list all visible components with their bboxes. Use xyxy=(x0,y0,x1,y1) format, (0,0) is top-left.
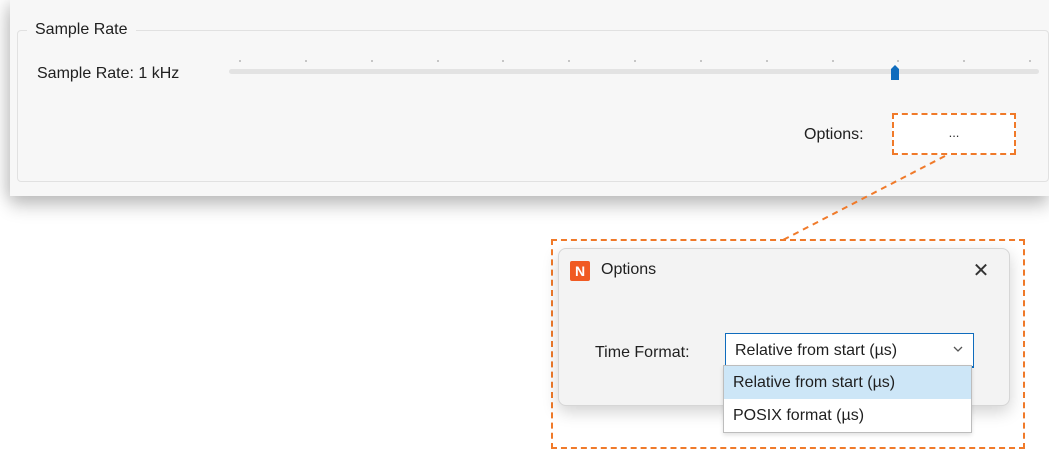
app-logo-icon: N xyxy=(570,261,590,281)
dialog-title: Options xyxy=(601,261,657,278)
time-format-dropdown-list: Relative from start (µs) POSIX format (µ… xyxy=(723,365,972,433)
dropdown-option-relative[interactable]: Relative from start (µs) xyxy=(724,366,971,399)
dropdown-option-posix[interactable]: POSIX format (µs) xyxy=(724,399,971,432)
close-icon[interactable]: ✕ xyxy=(969,259,993,283)
chevron-down-icon xyxy=(953,346,963,352)
time-format-label: Time Format: xyxy=(595,344,690,361)
time-format-select[interactable]: Relative from start (µs) xyxy=(725,333,974,368)
app-logo-letter: N xyxy=(574,263,586,279)
time-format-selected-value: Relative from start (µs) xyxy=(735,342,898,359)
